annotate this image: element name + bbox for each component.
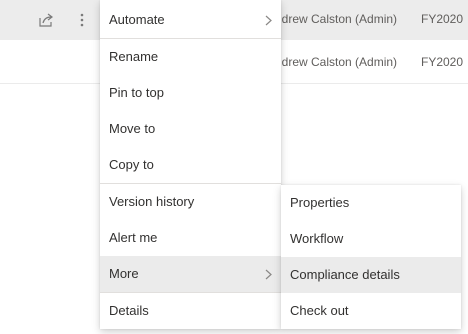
menu-item-rename[interactable]: Rename [100,39,281,75]
menu-item-version-history[interactable]: Version history [100,184,281,220]
modified-by-cell: ndrew Calston (Admin) [275,55,398,69]
menu-item-label: Alert me [109,230,158,245]
modified-by-cell: ndrew Calston (Admin) [275,12,398,26]
menu-item-alert-me[interactable]: Alert me [100,220,281,256]
chevron-right-icon [265,269,272,280]
menu-item-label: Move to [109,121,156,136]
submenu-item-workflow[interactable]: Workflow [281,221,461,257]
menu-item-automate[interactable]: Automate [100,2,281,38]
menu-item-pin-to-top[interactable]: Pin to top [100,75,281,111]
submenu-item-label: Properties [290,195,350,210]
menu-item-label: Rename [109,49,159,64]
more-vertical-icon[interactable] [75,11,89,29]
fiscal-year-cell: FY2020 [421,12,464,26]
menu-item-label: Copy to [109,157,154,172]
submenu-item-compliance-details[interactable]: Compliance details [281,257,461,293]
menu-item-details[interactable]: Details [100,293,281,329]
menu-item-label: Version history [109,194,195,209]
fiscal-year-cell: FY2020 [421,55,464,69]
menu-item-label: Details [109,303,149,318]
submenu-item-label: Compliance details [290,267,400,282]
menu-item-label: Pin to top [109,85,164,100]
menu-item-move-to[interactable]: Move to [100,111,281,147]
submenu-item-properties[interactable]: Properties [281,185,461,221]
menu-item-more[interactable]: More [100,256,281,292]
context-menu: Automate Rename Pin to top Move to Copy … [100,0,281,329]
menu-item-label: More [109,266,139,281]
submenu-item-label: Check out [290,303,349,318]
menu-item-copy-to[interactable]: Copy to [100,147,281,183]
share-icon[interactable] [37,11,55,29]
submenu-item-label: Workflow [290,231,344,246]
submenu-item-check-out[interactable]: Check out [281,293,461,329]
more-submenu: Properties Workflow Compliance details C… [281,185,461,329]
menu-item-label: Automate [109,12,165,27]
chevron-right-icon [265,15,272,26]
